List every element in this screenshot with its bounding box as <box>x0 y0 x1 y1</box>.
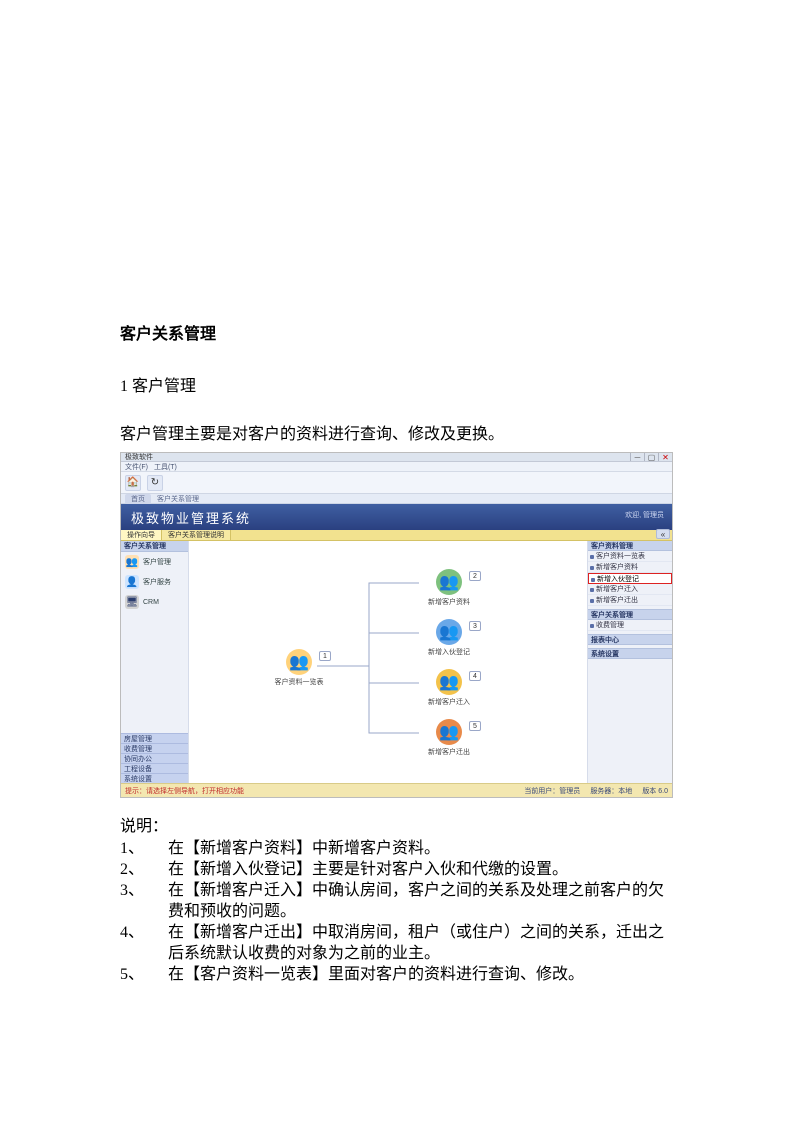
menubar: 文件(F) 工具(T) <box>121 462 672 472</box>
right-panel-item[interactable]: 新增客户迁出 <box>588 595 672 606</box>
tab-bar: 操作向导 客户关系管理说明 <box>121 530 672 541</box>
explain-item-num: 1、 <box>120 838 168 859</box>
left-bottom-bars: 房屋管理收费管理协同办公工程设备系统设置 <box>121 733 188 783</box>
node-label: 新增入伙登记 <box>419 647 479 657</box>
left-navigation: 客户关系管理 👥 客户管理 👤 客户服务 🖥 CRM 房屋管理收费管理协同办公工程设备系统… <box>121 541 189 783</box>
explain-item-num: 3、 <box>120 880 168 922</box>
toolbar-home-icon[interactable]: 🏠 <box>125 475 141 491</box>
toolbar: 🏠 ↻ <box>121 472 672 494</box>
breadcrumb-home[interactable]: 首页 <box>125 494 151 504</box>
explain-item-num: 2、 <box>120 859 168 880</box>
right-panel: « 客户资料管理 客户资料一览表新增客户资料新增入伙登记新增客户迁入新增客户迁出… <box>587 541 672 783</box>
explain-item-num: 5、 <box>120 964 168 985</box>
sidebar-category[interactable]: 工程设备 <box>121 763 188 773</box>
breadcrumb: 首页 客户关系管理 <box>121 494 672 504</box>
right-panel-heading: 客户资料管理 <box>588 541 672 551</box>
menu-tools[interactable]: 工具(T) <box>154 462 177 472</box>
titlebar-text: 极致软件 <box>125 452 153 462</box>
sidebar-item-icon: 🖥 <box>125 595 139 609</box>
breadcrumb-path: 客户关系管理 <box>157 494 199 504</box>
status-user: 当前用户：管理员 <box>524 786 580 796</box>
sidebar-item-icon: 👥 <box>125 555 139 569</box>
tab-guide[interactable]: 操作向导 <box>121 530 162 540</box>
explain-item-text: 在【新增入伙登记】主要是针对客户入伙和代缴的设置。 <box>168 859 673 880</box>
status-bar: 提示：请选择左侧导航，打开相应功能 当前用户：管理员 服务器：本地 版本 6.0 <box>121 783 672 797</box>
right-panel-item[interactable]: 新增客户资料 <box>588 562 672 573</box>
toolbar-refresh-icon[interactable]: ↻ <box>147 475 163 491</box>
sidebar-item-icon: 👤 <box>125 575 139 589</box>
node-label: 新增客户资料 <box>419 597 479 607</box>
node-root-label: 客户资料一览表 <box>269 677 329 687</box>
right-panel-item[interactable]: 新增入伙登记 <box>588 573 672 584</box>
welcome-text: 欢迎, 管理员 <box>625 510 664 520</box>
intro-text: 客户管理主要是对客户的资料进行查询、修改及更换。 <box>120 420 673 444</box>
explain-item-text: 在【新增客户迁入】中确认房间，客户之间的关系及处理之前客户的欠费和预收的问题。 <box>168 880 673 922</box>
right-section-heading[interactable]: 报表中心 <box>588 634 672 645</box>
node-icon: 👥 <box>436 569 462 595</box>
sidebar-category[interactable]: 协同办公 <box>121 753 188 763</box>
app-screenshot: 极致软件 ─ ▢ ✕ 文件(F) 工具(T) 🏠 ↻ 首页 客户关系管理 极致物… <box>120 452 673 798</box>
explain-item: 3、在【新增客户迁入】中确认房间，客户之间的关系及处理之前客户的欠费和预收的问题… <box>120 880 673 922</box>
explain-item-text: 在【新增客户资料】中新增客户资料。 <box>168 838 673 859</box>
users-icon: 👥 <box>286 649 312 675</box>
left-nav-heading: 客户关系管理 <box>121 541 188 552</box>
explain-item: 2、在【新增入伙登记】主要是针对客户入伙和代缴的设置。 <box>120 859 673 880</box>
sidebar-category[interactable]: 房屋管理 <box>121 733 188 743</box>
right-panel-item[interactable]: 收费管理 <box>588 620 672 631</box>
window-titlebar: 极致软件 ─ ▢ ✕ <box>121 453 672 462</box>
node-label: 新增客户迁出 <box>419 747 479 757</box>
node-badge: 4 <box>469 671 481 681</box>
node-icon: 👥 <box>436 719 462 745</box>
node-badge: 3 <box>469 621 481 631</box>
explain-item: 4、在【新增客户迁出】中取消房间，租户（或住户）之间的关系，迁出之后系统默认收费… <box>120 922 673 964</box>
right-section-heading[interactable]: 客户关系管理 <box>588 609 672 620</box>
node-icon: 👥 <box>436 669 462 695</box>
sidebar-item-label: 客户管理 <box>143 557 171 567</box>
maximize-button[interactable]: ▢ <box>644 453 658 461</box>
section-number: 1 客户管理 <box>120 372 673 396</box>
sidebar-item-label: 客户服务 <box>143 577 171 587</box>
app-banner: 极致物业管理系统 欢迎, 管理员 <box>121 504 672 530</box>
explain-item: 1、在【新增客户资料】中新增客户资料。 <box>120 838 673 859</box>
doc-heading: 客户关系管理 <box>120 320 673 344</box>
sidebar-category[interactable]: 收费管理 <box>121 743 188 753</box>
sidebar-item[interactable]: 🖥 CRM <box>121 592 188 612</box>
workflow-canvas: 👥 客户资料一览表 1 👥 新增客户资料 2 👥 新增入伙登记 3 👥 新增客户迁入 4 👥 新增客… <box>189 541 587 783</box>
minimize-button[interactable]: ─ <box>630 453 644 461</box>
sidebar-item[interactable]: 👥 客户管理 <box>121 552 188 572</box>
status-hint: 提示：请选择左侧导航，打开相应功能 <box>125 786 244 796</box>
badge-1: 1 <box>319 651 331 661</box>
panel-collapse-button[interactable]: « <box>656 529 670 539</box>
explain-item-text: 在【新增客户迁出】中取消房间，租户（或住户）之间的关系，迁出之后系统默认收费的对… <box>168 922 673 964</box>
right-section-heading[interactable]: 系统设置 <box>588 648 672 659</box>
explain-item: 5、在【客户资料一览表】里面对客户的资料进行查询、修改。 <box>120 964 673 985</box>
connector-lines <box>189 541 587 783</box>
status-server: 服务器：本地 <box>590 786 632 796</box>
sidebar-item[interactable]: 👤 客户服务 <box>121 572 188 592</box>
right-panel-item[interactable]: 客户资料一览表 <box>588 551 672 562</box>
node-badge: 2 <box>469 571 481 581</box>
sidebar-item-label: CRM <box>143 599 159 606</box>
explain-heading: 说明： <box>120 812 673 836</box>
explain-item-num: 4、 <box>120 922 168 964</box>
node-badge: 5 <box>469 721 481 731</box>
menu-file[interactable]: 文件(F) <box>125 462 148 472</box>
node-icon: 👥 <box>436 619 462 645</box>
close-button[interactable]: ✕ <box>658 453 672 461</box>
right-panel-item[interactable]: 新增客户迁入 <box>588 584 672 595</box>
app-title: 极致物业管理系统 <box>131 508 251 527</box>
sidebar-category[interactable]: 系统设置 <box>121 773 188 783</box>
status-version: 版本 6.0 <box>642 786 668 796</box>
tab-desc[interactable]: 客户关系管理说明 <box>162 530 231 540</box>
node-label: 新增客户迁入 <box>419 697 479 707</box>
explain-item-text: 在【客户资料一览表】里面对客户的资料进行查询、修改。 <box>168 964 673 985</box>
